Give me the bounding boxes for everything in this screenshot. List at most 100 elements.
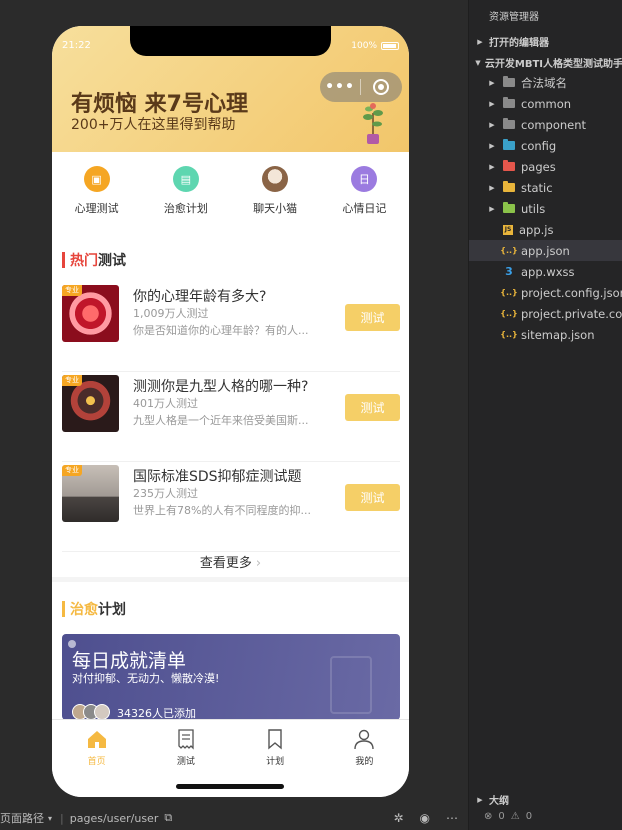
pro-tag: 专业 [62,465,82,476]
project-root[interactable]: ▼ 云开发MBTI人格类型测试助手 [469,52,622,73]
explorer-panel: 资源管理器 ▶ 打开的编辑器 ▼ 云开发MBTI人格类型测试助手 ▶ 合法域名 … [468,0,622,830]
test-thumbnail: 专业 [62,375,119,432]
tree-folder[interactable]: ▶ utils [469,198,622,219]
test-item[interactable]: 专业 国际标准SDS抑郁症测试题 235万人测过 世界上有78%的人有不同程度的… [62,462,400,552]
json-file-icon: {..} [500,309,518,318]
hero-subtitle: 200+万人在这里得到帮助 [71,117,236,133]
category-chat-cat[interactable]: 聊天小猫 [231,166,320,216]
start-test-button[interactable]: 测试 [345,304,400,331]
status-bar: 页面路径 ▾ | pages/user/user ⧉ ✲ ◉ ⋯ [0,806,468,830]
chevron-right-icon: ▶ [477,37,483,46]
capsule-close-button[interactable] [361,79,401,95]
tab-home[interactable]: 首页 [52,720,141,797]
chevron-right-icon: ▶ [489,78,495,87]
folder-icon [503,181,515,194]
bookmark-icon [268,729,282,750]
tab-mine[interactable]: 我的 [320,720,409,797]
pro-tag: 专业 [62,375,82,386]
category-heal-plan[interactable]: ▤ 治愈计划 [141,166,230,216]
folder-icon [503,97,515,110]
test-thumbnail: 专业 [62,285,119,342]
diary-icon: 日 [351,166,378,192]
page-path-label[interactable]: 页面路径 [0,810,44,826]
category-label: 心理测试 [74,202,119,215]
test-count: 1,009万人测过 [133,307,209,320]
test-item[interactable]: 专业 测测你是九型人格的哪一种? 401万人测过 九型人格是一个近年来倍受美国斯… [62,372,400,462]
bug-icon[interactable]: ✲ [393,811,403,825]
test-title: 你的心理年龄有多大? [133,289,267,305]
tree-file[interactable]: {..} project.config.json [469,282,622,303]
category-mood-diary[interactable]: 日 心情日记 [320,166,409,216]
heading-highlight: 治愈 [70,602,98,618]
more-icon[interactable]: ⋯ [446,811,458,825]
tree-folder[interactable]: ▶ static [469,177,622,198]
outline-section[interactable]: ▶ 大纲 [469,789,622,810]
folder-icon [503,76,515,89]
heading-text: 测试 [98,253,126,269]
tree-label: component [521,117,587,132]
tab-label: 首页 [87,757,106,767]
pro-tag: 专业 [62,285,82,296]
chevron-right-icon: ▶ [477,795,483,804]
test-title: 国际标准SDS抑郁症测试题 [133,469,302,485]
category-label: 聊天小猫 [253,202,298,215]
tree-file-selected[interactable]: {..} app.json [469,240,622,261]
heading-bar [62,601,65,617]
heading-highlight: 热门 [70,253,98,269]
start-test-button[interactable]: 测试 [345,484,400,511]
error-count: 0 [498,811,505,822]
folder-icon [503,118,515,131]
tree-folder[interactable]: ▶ common [469,93,622,114]
plan-card[interactable]: 每日成就清单 对付抑郁、无动力、懒散冷漠! 34326人已添加 [62,634,400,720]
json-file-icon: {..} [500,330,518,339]
ellipsis-icon[interactable]: ••• [320,79,360,95]
category-label: 治愈计划 [163,202,208,215]
copy-icon[interactable]: ⧉ [164,811,172,825]
tree-label: app.js [519,222,554,237]
category-test[interactable]: ▣ 心理测试 [52,166,141,216]
heal-plan-heading: 治愈 计划 [62,599,126,619]
tree-file[interactable]: {..} sitemap.json [469,324,622,345]
open-editors-section[interactable]: ▶ 打开的编辑器 [469,31,622,52]
tab-label: 测试 [176,757,195,767]
status-separator: | [60,811,64,825]
category-row: ▣ 心理测试 ▤ 治愈计划 聊天小猫 日 心情日记 [52,166,409,216]
eye-icon[interactable]: ◉ [420,811,430,825]
explorer-title: 资源管理器 [489,12,539,23]
test-item[interactable]: 专业 你的心理年龄有多大? 1,009万人测过 你是否知道你的心理年龄？有的人.… [62,282,400,372]
test-desc: 世界上有78%的人有不同程度的抑... [133,504,311,517]
warning-count: 0 [525,811,533,822]
category-label: 心情日记 [342,202,387,215]
tree-file[interactable]: 3 app.wxss [469,261,622,282]
tree-label: 合法域名 [521,75,567,90]
section-divider [52,577,409,582]
tree-label: pages [521,159,556,174]
hot-tests-heading: 热门 测试 [62,250,126,270]
chevron-right-icon: ▶ [489,204,495,213]
view-more-link[interactable]: 查看更多 › [52,552,409,571]
tree-file[interactable]: {..} project.private.config.json [469,303,622,324]
chevron-right-icon: › [255,556,262,571]
phone-simulator: 21:22 100% ••• 有烦恼 来7号心理 200+万人在这里得到帮助 ▣… [52,26,409,797]
chevron-right-icon: ▶ [489,120,495,129]
tree-label: project.private.config.json [521,306,622,321]
tree-file[interactable]: JS app.js [469,219,622,240]
status-actions: ✲ ◉ ⋯ [393,811,458,825]
phone-notch [130,26,331,56]
tree-folder[interactable]: ▶ 合法域名 [469,72,622,93]
open-editors-label: 打开的编辑器 [489,38,549,49]
folder-icon [503,139,515,152]
test-desc: 你是否知道你的心理年龄？有的人... [133,324,309,337]
plant-illustration [363,103,383,144]
tree-folder[interactable]: ▶ config [469,135,622,156]
error-icon: ⊗ [484,811,493,822]
tree-folder[interactable]: ▶ component [469,114,622,135]
status-time: 21:22 [62,40,91,51]
test-title: 测测你是九型人格的哪一种? [133,379,309,395]
avatar-stack [72,704,110,720]
wxss-file-icon: 3 [505,265,513,278]
js-file-icon: JS [503,224,513,235]
tree-folder[interactable]: ▶ pages [469,156,622,177]
problems-status[interactable]: ⊗ 0 ⚠ 0 [484,811,532,822]
start-test-button[interactable]: 测试 [345,394,400,421]
